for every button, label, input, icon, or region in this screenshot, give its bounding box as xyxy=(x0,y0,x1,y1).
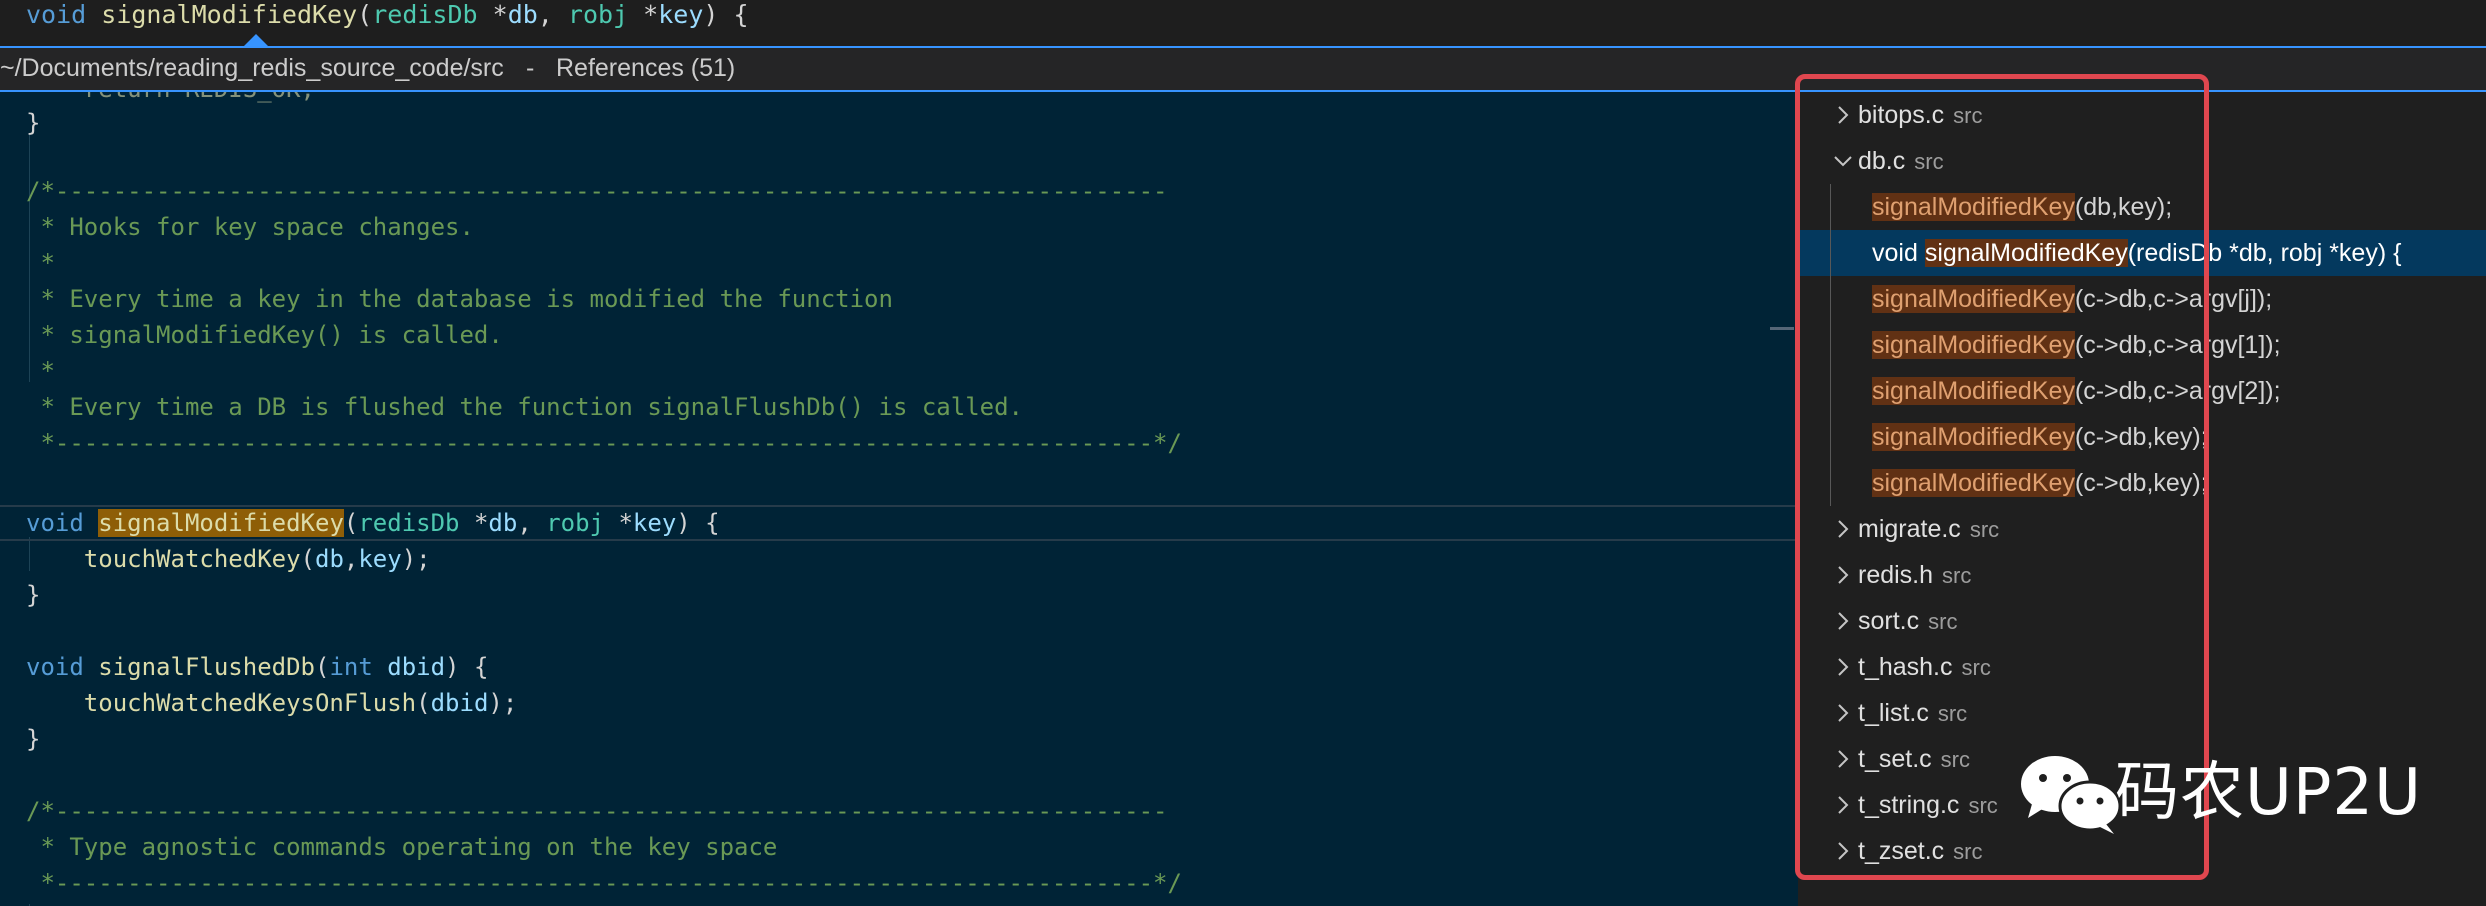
parameter: db xyxy=(488,509,518,537)
punctuation: , xyxy=(517,509,547,537)
argument: db xyxy=(315,545,344,573)
punctuation: ) { xyxy=(703,0,749,29)
punctuation: ( xyxy=(343,509,359,537)
type-name: redisDb xyxy=(372,0,478,29)
parameter: key xyxy=(632,509,677,537)
punctuation: ) { xyxy=(676,509,720,537)
code-line[interactable]: } xyxy=(26,722,40,756)
punctuation: ( xyxy=(300,545,315,573)
type-name: redisDb xyxy=(358,509,460,537)
comment-line[interactable]: /*--------------------------------------… xyxy=(26,174,1168,208)
parameter: key xyxy=(658,0,704,29)
comment-line[interactable]: * signalModifiedKey() is called. xyxy=(26,318,502,352)
comment-line[interactable]: *---------------------------------------… xyxy=(26,866,1182,900)
punctuation: ( xyxy=(314,653,330,681)
type-name: robj xyxy=(567,0,629,29)
punctuation: ( xyxy=(416,689,431,717)
punctuation: * xyxy=(459,509,489,537)
punctuation: * xyxy=(477,0,508,29)
comment-line[interactable]: * xyxy=(26,354,54,388)
peek-arrow-indicator xyxy=(244,34,268,46)
argument: key xyxy=(358,545,402,573)
keyword: void xyxy=(26,509,84,537)
punctuation: * xyxy=(604,509,633,537)
punctuation: , xyxy=(343,545,359,573)
code-line[interactable]: touchWatchedKey(db,key); xyxy=(26,542,431,576)
comment-line[interactable]: /*--------------------------------------… xyxy=(26,794,1168,828)
function-name[interactable]: signalModifiedKey xyxy=(101,0,357,29)
type-name: robj xyxy=(546,509,605,537)
punctuation: ); xyxy=(401,545,431,573)
keyword: void xyxy=(26,653,84,681)
function-name[interactable]: signalFlushedDb xyxy=(84,653,315,681)
keyword: int xyxy=(329,653,373,681)
sash-handle[interactable] xyxy=(1770,327,1794,330)
code-line-function-definition[interactable]: void signalModifiedKey(redisDb *db, robj… xyxy=(26,506,720,540)
peek-editor[interactable]: return REDIS_OK; } /*-------------------… xyxy=(0,92,1798,906)
code-line[interactable]: void signalFlushedDb(int dbid) { xyxy=(26,650,488,684)
function-call[interactable]: touchWatchedKeysOnFlush xyxy=(26,689,416,717)
peek-file-path[interactable]: ~/Documents/reading_redis_source_code/sr… xyxy=(0,53,504,83)
punctuation: ) { xyxy=(445,653,489,681)
punctuation: * xyxy=(628,0,659,29)
comment-line[interactable]: *---------------------------------------… xyxy=(26,426,1182,460)
argument: dbid xyxy=(430,689,489,717)
comment-line[interactable]: * xyxy=(26,246,54,280)
parameter: dbid xyxy=(372,653,446,681)
code-line[interactable]: } xyxy=(26,578,40,612)
code-line[interactable]: return REDIS_OK; xyxy=(26,92,315,106)
peek-source-line: void signalModifiedKey(redisDb *db, robj… xyxy=(0,0,2486,46)
source-code-line[interactable]: void signalModifiedKey(redisDb *db, robj… xyxy=(26,0,749,30)
peek-separator: - xyxy=(526,54,535,82)
comment-line[interactable]: * Hooks for key space changes. xyxy=(26,210,474,244)
code-line[interactable]: touchWatchedKeysOnFlush(dbid); xyxy=(26,686,518,720)
watermark-text: 码农UP2U xyxy=(2115,756,2422,830)
function-call[interactable]: touchWatchedKey xyxy=(26,545,301,573)
parameter: db xyxy=(507,0,538,29)
code-line[interactable]: } xyxy=(26,106,40,140)
highlighted-symbol[interactable]: signalModifiedKey xyxy=(98,509,344,537)
punctuation: ); xyxy=(488,689,518,717)
peek-title: References (51) xyxy=(556,54,736,82)
comment-line[interactable]: * Every time a DB is flushed the functio… xyxy=(26,390,1023,424)
punctuation: , xyxy=(537,0,568,29)
comment-line[interactable]: * Type agnostic commands operating on th… xyxy=(26,830,777,864)
punctuation: ( xyxy=(357,0,373,29)
comment-line[interactable]: * Every time a key in the database is mo… xyxy=(26,282,893,316)
keyword: void xyxy=(26,0,87,29)
